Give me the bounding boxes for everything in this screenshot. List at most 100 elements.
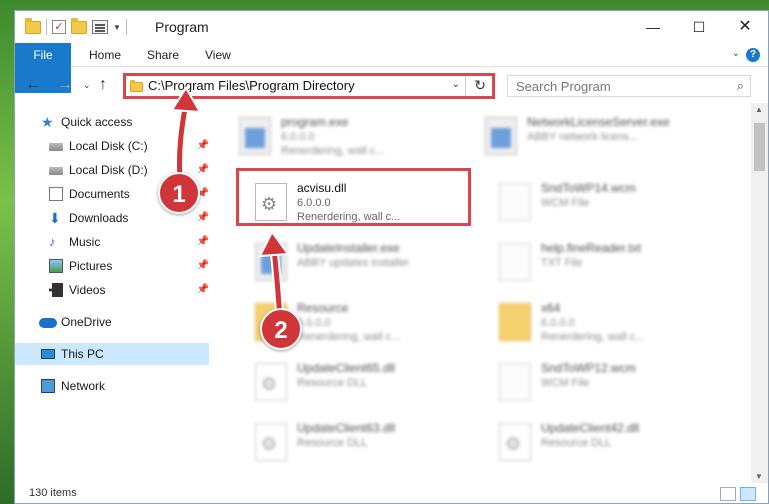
disk-icon <box>49 167 63 175</box>
sidebar-item-this-pc[interactable]: This PC <box>15 343 209 365</box>
sidebar-item-onedrive[interactable]: OneDrive <box>15 311 209 333</box>
sidebar-item-label: Documents <box>69 187 130 201</box>
customize-icon[interactable] <box>92 20 108 34</box>
folder-icon <box>499 303 531 341</box>
divider <box>46 19 47 35</box>
back-button[interactable]: ← <box>25 76 41 94</box>
search-box[interactable]: Search Program ⌕ <box>507 75 751 97</box>
explorer-window: ✓ ▼ Program — ☐ ✕ File Home Share View ⌄… <box>14 10 769 504</box>
sidebar-item-pictures[interactable]: Pictures 📌 <box>15 255 209 277</box>
pin-icon[interactable]: 📌 <box>197 159 209 181</box>
pin-icon[interactable]: 📌 <box>197 207 209 229</box>
file-name: NetworkLicenseServer.exe <box>527 115 670 129</box>
file-list: program.exe 6.0.0.0 Renerdering, wall c.… <box>225 103 747 483</box>
file-item[interactable]: UpdateInstaller.exe ABBY updates install… <box>251 237 481 287</box>
quick-access-toolbar: ✓ ▼ <box>25 17 127 35</box>
navigation-bar: ← → ⌄ ↑ C:\Program Files\Program Directo… <box>15 68 768 102</box>
address-bar[interactable]: C:\Program Files\Program Directory ⌄ ↻ <box>123 73 495 99</box>
address-dropdown-icon[interactable]: ⌄ <box>452 79 460 90</box>
search-icon[interactable]: ⌕ <box>737 78 744 94</box>
file-description: Renerdering, wall c... <box>541 331 645 343</box>
refresh-icon[interactable]: ↻ <box>474 77 486 94</box>
gear-icon: ⚙ <box>261 434 278 454</box>
search-placeholder[interactable]: Search Program <box>516 79 611 94</box>
sidebar-item-local-disk-c[interactable]: Local Disk (C:) 📌 <box>15 135 209 157</box>
maximize-button[interactable]: ☐ <box>676 11 722 43</box>
file-name: SndToWP12.wcm <box>541 361 636 375</box>
file-item[interactable]: ⚙ UpdateClient65.dll Resource DLL <box>251 357 481 407</box>
vertical-scrollbar[interactable]: ▲ ▼ <box>751 103 768 483</box>
pin-icon[interactable]: 📌 <box>197 255 209 277</box>
large-icons-view-icon[interactable] <box>740 487 756 501</box>
callout-1: 1 <box>158 172 200 214</box>
tab-view[interactable]: View <box>191 43 245 67</box>
scroll-up-icon[interactable]: ▲ <box>755 105 763 114</box>
details-view-icon[interactable] <box>720 487 736 501</box>
file-name: help.fineReader.txt <box>541 241 642 255</box>
downloads-icon: ⬇ <box>49 210 61 226</box>
address-path[interactable]: C:\Program Files\Program Directory <box>148 78 355 93</box>
sidebar-item-label: Pictures <box>69 259 113 273</box>
sidebar-item-label: Local Disk (D:) <box>69 163 148 177</box>
file-icon <box>499 183 531 221</box>
file-description: ABBY updates installer <box>297 257 410 269</box>
pin-icon[interactable]: 📌 <box>197 135 209 157</box>
sidebar-item-label: This PC <box>61 347 104 361</box>
gear-icon: ⚙ <box>261 374 278 394</box>
pin-icon[interactable]: 📌 <box>197 279 209 301</box>
expand-ribbon-icon[interactable]: ⌄ <box>732 48 740 59</box>
help-icon[interactable]: ? <box>746 48 760 62</box>
sidebar-item-music[interactable]: ♪ Music 📌 <box>15 231 209 253</box>
file-item[interactable]: SndToWP14.wcm WCM File <box>495 177 725 227</box>
file-description: Renerdering, wall c... <box>297 331 401 343</box>
sidebar-item-label: Videos <box>69 283 106 297</box>
divider <box>465 76 466 96</box>
minimize-button[interactable]: — <box>630 11 676 43</box>
file-item[interactable]: help.fineReader.txt TXT File <box>495 237 725 287</box>
sidebar-item-videos[interactable]: Videos 📌 <box>15 279 209 301</box>
file-description: Renerdering, wall c... <box>281 145 385 157</box>
item-count: 130 items <box>29 487 77 499</box>
scrollbar-thumb[interactable] <box>754 123 765 171</box>
music-icon: ♪ <box>49 234 56 249</box>
file-item[interactable]: x64 6.0.0.0 Renerdering, wall c... <box>495 297 725 347</box>
scroll-down-icon[interactable]: ▼ <box>755 472 763 481</box>
exe-icon <box>239 117 271 155</box>
sidebar-item-quick-access[interactable]: ★ Quick access <box>15 111 209 133</box>
customize-dropdown-icon[interactable]: ▼ <box>113 23 121 32</box>
file-name: program.exe <box>281 115 349 129</box>
file-item[interactable]: ⚙ UpdateClient63.dll Resource DLL <box>251 417 481 467</box>
file-name: SndToWP14.wcm <box>541 181 636 195</box>
folder-icon[interactable] <box>25 17 41 34</box>
file-highlight-box <box>236 168 471 226</box>
recent-locations-icon[interactable]: ⌄ <box>83 80 91 91</box>
sidebar-item-network[interactable]: Network <box>15 375 209 397</box>
exe-icon <box>255 243 287 281</box>
sidebar-item-label: Network <box>61 379 106 393</box>
navigation-pane: ★ Quick access Local Disk (C:) 📌 Local D… <box>15 103 209 483</box>
tab-share[interactable]: Share <box>133 43 193 67</box>
file-type: WCM File <box>541 377 590 389</box>
file-item[interactable]: NetworkLicenseServer.exe ABBY network li… <box>481 111 711 161</box>
file-item[interactable]: program.exe 6.0.0.0 Renerdering, wall c.… <box>235 111 465 161</box>
exe-icon <box>485 117 517 155</box>
new-folder-icon[interactable] <box>71 17 87 34</box>
file-name: x64 <box>541 301 561 315</box>
forward-button[interactable]: → <box>57 76 73 94</box>
file-item[interactable]: ⚙ UpdateClient42.dll Resource DLL <box>495 417 725 467</box>
file-version: 6.0.0.0 <box>281 131 315 143</box>
close-button[interactable]: ✕ <box>722 11 768 43</box>
properties-check-icon[interactable]: ✓ <box>52 20 66 34</box>
dll-icon: ⚙ <box>255 423 287 461</box>
title-bar: ✓ ▼ Program — ☐ ✕ <box>15 11 768 43</box>
disk-icon <box>49 143 63 151</box>
tab-home[interactable]: Home <box>75 43 135 67</box>
dll-icon: ⚙ <box>255 363 287 401</box>
pc-icon <box>41 349 55 359</box>
file-item[interactable]: SndToWP12.wcm WCM File <box>495 357 725 407</box>
pictures-icon <box>49 259 63 273</box>
documents-icon <box>49 187 63 201</box>
pin-icon[interactable]: 📌 <box>197 231 209 253</box>
up-button[interactable]: ↑ <box>99 76 107 94</box>
file-name: UpdateClient63.dll <box>297 421 396 435</box>
